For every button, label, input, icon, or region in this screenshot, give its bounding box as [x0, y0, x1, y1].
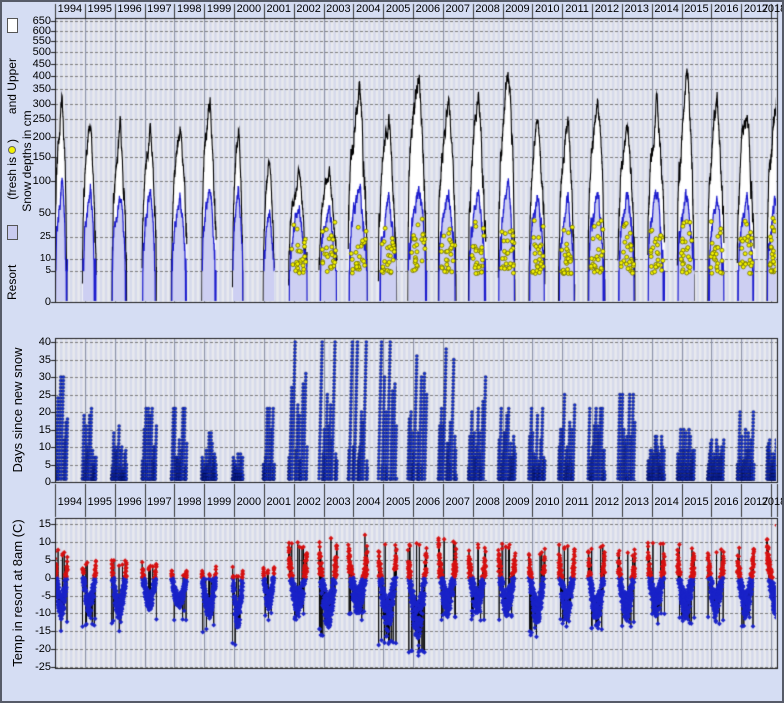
- snow-depth-axis-units: Snow depths in cm: [19, 20, 35, 302]
- days-since-snow-axis-title: Days since new snow: [9, 338, 25, 482]
- fresh-snow-dot-icon: [8, 146, 16, 154]
- temp-axis-text: Temp in resort at 8am (C): [10, 519, 25, 666]
- snow-history-panel: Resort (fresh is ) and Upper Snow depths…: [0, 0, 784, 703]
- snow-depth-axis-title: Resort (fresh is ) and Upper: [4, 16, 20, 302]
- fresh-snow-legend: (fresh is ): [5, 139, 19, 200]
- snow-depth-units-text: Snow depths in cm: [20, 110, 34, 211]
- temp-axis-title: Temp in resort at 8am (C): [9, 518, 25, 668]
- upper-series-label: and Upper: [5, 58, 19, 114]
- days-axis-text: Days since new snow: [10, 348, 25, 473]
- fresh-legend-close-text: ): [5, 139, 19, 143]
- resort-color-swatch: [7, 225, 18, 240]
- upper-color-swatch: [7, 18, 18, 33]
- fresh-legend-open-text: (fresh is: [5, 157, 19, 200]
- resort-series-label: Resort: [5, 265, 19, 300]
- snow-history-chart-canvas: [2, 2, 784, 703]
